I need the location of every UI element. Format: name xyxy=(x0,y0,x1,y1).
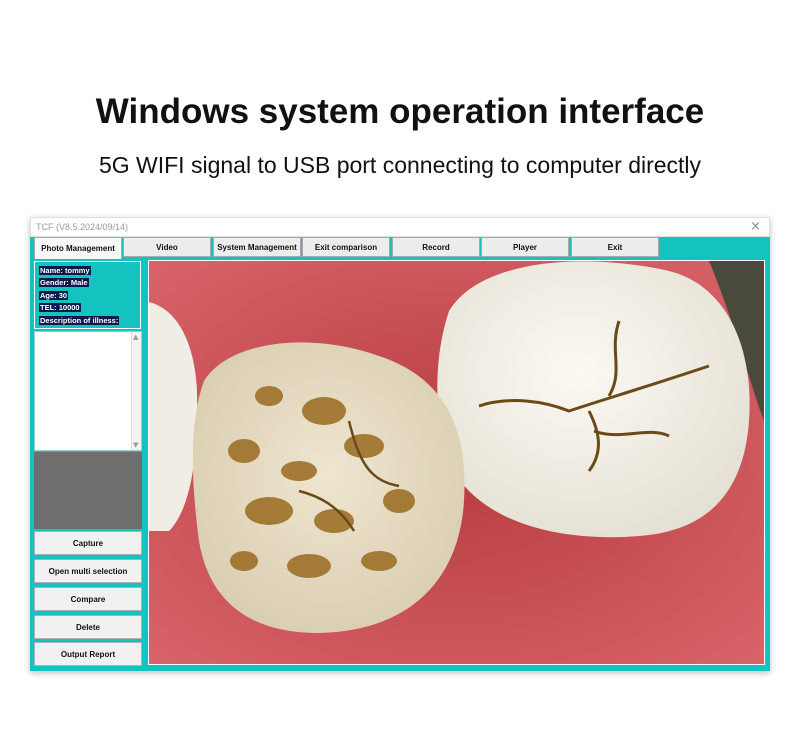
scroll-down-icon[interactable]: ▼ xyxy=(133,441,138,449)
page-subheadline: 5G WIFI signal to USB port connecting to… xyxy=(98,152,702,178)
scroll-up-icon[interactable]: ▲ xyxy=(133,333,138,341)
menu-bar: Photo Management Video System Management… xyxy=(30,237,770,259)
patient-gender: Gender: Male xyxy=(39,278,89,288)
intraoral-image xyxy=(149,261,764,664)
window-title: TCF (V8.5.2024/09/14) xyxy=(36,222,129,232)
patient-tel: TEL: 10000 xyxy=(39,303,81,313)
tab-exit[interactable]: Exit xyxy=(571,237,659,257)
title-bar: TCF (V8.5.2024/09/14) × xyxy=(30,217,770,237)
multi-selection-button[interactable]: Open multi selection xyxy=(34,559,142,583)
image-viewer[interactable] xyxy=(148,260,765,665)
patient-info-panel: Name: tommy Gender: Male Age: 30 TEL: 10… xyxy=(34,261,141,329)
tab-exit-comparison[interactable]: Exit comparison xyxy=(302,237,390,257)
description-scrollbar[interactable]: ▲ ▼ xyxy=(131,332,141,450)
delete-button[interactable]: Delete xyxy=(34,615,142,639)
description-label: Description of illness: xyxy=(39,315,120,325)
patient-name: Name: tommy xyxy=(39,266,91,275)
tab-video[interactable]: Video xyxy=(123,237,211,257)
output-report-button[interactable]: Output Report xyxy=(34,642,142,666)
tab-record[interactable]: Record xyxy=(392,237,480,257)
capture-button[interactable]: Capture xyxy=(34,531,142,555)
thumbnail-preview xyxy=(34,452,142,529)
page-headline: Windows system operation interface xyxy=(95,92,705,131)
app-window: TCF (V8.5.2024/09/14) × Photo Management… xyxy=(30,217,770,671)
description-textarea[interactable]: ▲ ▼ xyxy=(34,331,142,451)
tab-photo-management[interactable]: Photo Management xyxy=(34,237,122,259)
tab-player[interactable]: Player xyxy=(481,237,569,257)
patient-age: Age: 30 xyxy=(39,290,69,300)
compare-button[interactable]: Compare xyxy=(34,587,142,611)
close-icon[interactable]: × xyxy=(750,219,761,234)
tab-system-management[interactable]: System Management xyxy=(213,237,301,257)
